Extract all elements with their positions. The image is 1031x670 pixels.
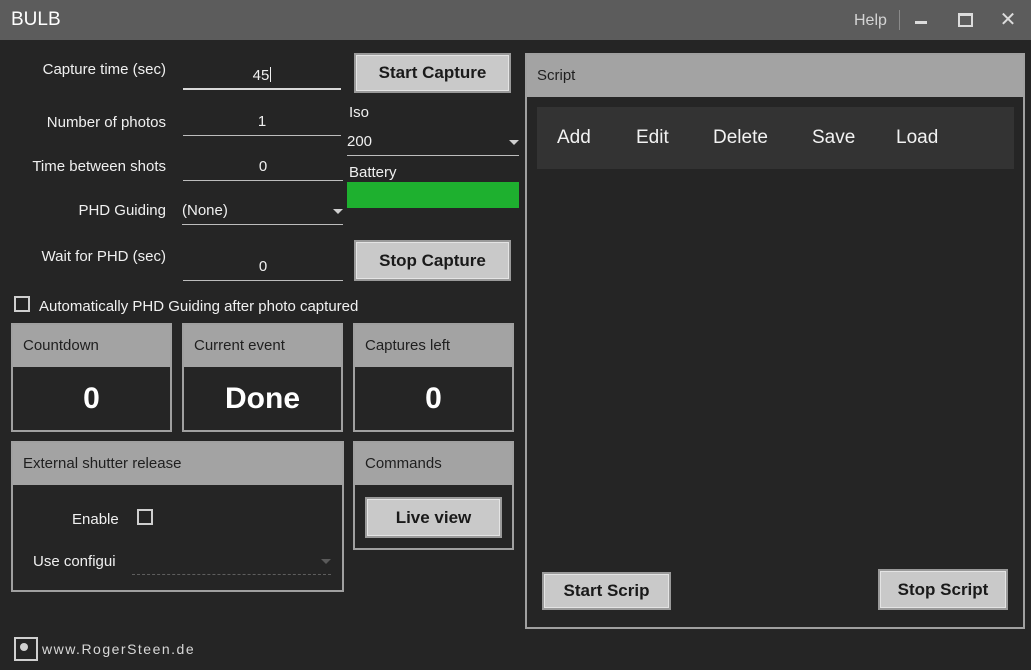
script-panel: Script Add Edit Delete Save Load Start S… xyxy=(525,53,1025,629)
live-view-button[interactable]: Live view xyxy=(365,497,502,538)
phd-guiding-value: (None) xyxy=(182,202,228,219)
iso-value: 200 xyxy=(347,133,373,150)
countdown-header: Countdown xyxy=(13,325,170,367)
help-link[interactable]: Help xyxy=(854,12,887,30)
title-bar: BULB Help ✕ xyxy=(0,0,1031,40)
commands-panel: Commands Live view xyxy=(353,441,514,550)
script-load-button[interactable]: Load xyxy=(896,127,938,149)
capture-time-value: 45 xyxy=(252,67,270,84)
script-add-button[interactable]: Add xyxy=(557,127,591,149)
start-capture-button[interactable]: Start Capture xyxy=(354,53,511,93)
battery-level-bar xyxy=(347,182,519,208)
script-save-button[interactable]: Save xyxy=(812,127,855,149)
countdown-panel: Countdown 0 xyxy=(11,323,172,432)
num-photos-input[interactable]: 1 xyxy=(183,108,341,136)
iso-label: Iso xyxy=(349,104,370,121)
app-title: BULB xyxy=(11,9,61,30)
minimize-icon[interactable] xyxy=(907,8,935,32)
wait-phd-label: Wait for PHD (sec) xyxy=(41,248,166,265)
title-separator xyxy=(899,10,900,30)
start-script-button[interactable]: Start Scrip xyxy=(542,572,671,610)
captures-left-value: 0 xyxy=(425,382,442,415)
capture-time-label: Capture time (sec) xyxy=(42,61,166,78)
maximize-icon[interactable] xyxy=(950,8,978,32)
use-config-label: Use configui xyxy=(33,553,116,570)
camera-logo-icon xyxy=(14,637,38,661)
enable-label: Enable xyxy=(72,511,119,528)
captures-left-header: Captures left xyxy=(355,325,512,367)
phd-guiding-label: PHD Guiding xyxy=(78,202,166,219)
current-event-value: Done xyxy=(225,382,300,415)
stop-script-button[interactable]: Stop Script xyxy=(878,569,1008,610)
countdown-value: 0 xyxy=(83,382,100,415)
script-edit-button[interactable]: Edit xyxy=(636,127,669,149)
battery-label: Battery xyxy=(349,164,397,181)
script-header: Script xyxy=(527,55,1023,97)
external-shutter-panel: External shutter release Enable Use conf… xyxy=(11,441,344,592)
time-between-input[interactable]: 0 xyxy=(183,153,343,181)
current-event-header: Current event xyxy=(184,325,341,367)
script-toolbar: Add Edit Delete Save Load xyxy=(537,107,1014,169)
captures-left-panel: Captures left 0 xyxy=(353,323,514,432)
text-caret xyxy=(270,67,272,82)
phd-guiding-select[interactable]: (None) xyxy=(182,197,343,225)
use-config-select[interactable] xyxy=(132,547,331,575)
current-event-panel: Current event Done xyxy=(182,323,343,432)
iso-select[interactable]: 200 xyxy=(347,128,519,156)
auto-phd-label: Automatically PHD Guiding after photo ca… xyxy=(39,298,359,315)
footer-website: www.RogerSteen.de xyxy=(42,641,196,657)
auto-phd-checkbox[interactable] xyxy=(14,296,30,312)
chevron-down-icon xyxy=(333,209,343,214)
commands-header: Commands xyxy=(355,443,512,485)
script-delete-button[interactable]: Delete xyxy=(713,127,768,149)
time-between-label: Time between shots xyxy=(32,158,166,175)
enable-checkbox[interactable] xyxy=(137,509,153,525)
wait-phd-input[interactable]: 0 xyxy=(183,253,343,281)
chevron-down-icon xyxy=(321,559,331,564)
close-icon[interactable]: ✕ xyxy=(994,8,1022,32)
num-photos-label: Number of photos xyxy=(46,114,166,131)
external-shutter-header: External shutter release xyxy=(13,443,342,485)
chevron-down-icon xyxy=(509,140,519,145)
capture-time-input[interactable]: 45 xyxy=(183,62,341,90)
stop-capture-button[interactable]: Stop Capture xyxy=(354,240,511,281)
